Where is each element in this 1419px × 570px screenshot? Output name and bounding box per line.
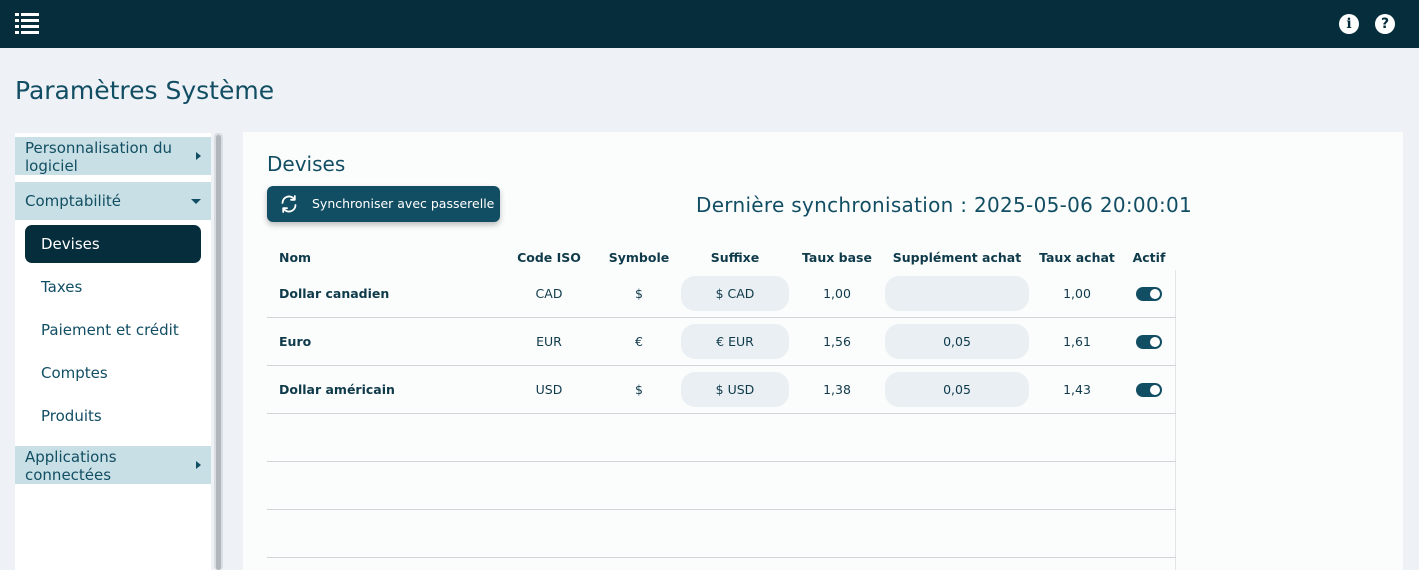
purchase-rate: 1,43 xyxy=(1063,382,1091,397)
column-header-supplement-achat: Supplément achat xyxy=(892,250,1022,265)
base-rate: 1,38 xyxy=(823,382,851,397)
sidebar-item-taxes[interactable]: Taxes xyxy=(25,268,201,306)
active-toggle[interactable] xyxy=(1136,383,1162,397)
table-row[interactable]: Dollar canadien CAD $ $ CAD 1,00 1,00 xyxy=(267,270,1176,318)
last-sync-status: Dernière synchronisation : 2025-05-06 20… xyxy=(696,193,1193,217)
empty-table-row xyxy=(267,414,1176,462)
currency-symbol: $ xyxy=(635,382,643,397)
help-icon[interactable]: ? xyxy=(1375,14,1395,34)
toggle-knob xyxy=(1150,289,1160,299)
sidebar-group-label: Comptabilité xyxy=(25,192,121,210)
info-icon[interactable]: i xyxy=(1339,14,1359,34)
column-header-suffixe: Suffixe xyxy=(710,250,760,265)
sidebar-item-paiement-credit[interactable]: Paiement et crédit xyxy=(25,311,201,349)
table-row[interactable]: Euro EUR € € EUR 1,56 0,05 1,61 xyxy=(267,318,1176,366)
column-header-taux-base: Taux base xyxy=(802,250,872,265)
scrollbar-thumb[interactable] xyxy=(216,135,221,570)
currency-code: CAD xyxy=(535,286,563,301)
column-header-actif: Actif xyxy=(1132,250,1166,265)
sidebar-item-devises[interactable]: Devises xyxy=(25,225,201,263)
sidebar-group-personnalisation[interactable]: Personnalisation du logiciel xyxy=(15,137,211,175)
page-title: Paramètres Système xyxy=(15,76,275,105)
sidebar: Personnalisation du logiciel Comptabilit… xyxy=(15,133,211,570)
table-row[interactable]: Dollar américain USD $ $ USD 1,38 0,05 1… xyxy=(267,366,1176,414)
column-header-code-iso: Code ISO xyxy=(517,250,581,265)
suffix-field[interactable]: $ USD xyxy=(681,372,789,407)
sidebar-item-comptes[interactable]: Comptes xyxy=(25,354,201,392)
currency-symbol: € xyxy=(635,334,643,349)
suffix-field[interactable]: $ CAD xyxy=(681,276,789,311)
base-rate: 1,00 xyxy=(823,286,851,301)
toggle-knob xyxy=(1150,385,1160,395)
chevron-down-icon xyxy=(191,199,201,204)
sidebar-item-produits[interactable]: Produits xyxy=(25,397,201,435)
currency-code: EUR xyxy=(536,334,562,349)
sidebar-scrollbar[interactable] xyxy=(214,133,223,570)
base-rate: 1,56 xyxy=(823,334,851,349)
currency-symbol: $ xyxy=(635,286,643,301)
currency-name: Dollar américain xyxy=(279,382,395,397)
purchase-rate: 1,61 xyxy=(1063,334,1091,349)
column-header-symbole: Symbole xyxy=(608,250,670,265)
sidebar-group-label: Personnalisation du logiciel xyxy=(25,139,172,175)
list-icon[interactable] xyxy=(15,12,39,34)
active-toggle[interactable] xyxy=(1136,287,1162,301)
panel-title: Devises xyxy=(267,152,346,176)
currency-name: Euro xyxy=(279,334,312,349)
top-bar: i ? xyxy=(0,0,1419,48)
sync-button-label: Synchroniser avec passerelle xyxy=(312,196,495,211)
suffix-field[interactable]: € EUR xyxy=(681,324,789,359)
column-header-nom: Nom xyxy=(279,250,312,265)
empty-table-row xyxy=(267,462,1176,510)
active-toggle[interactable] xyxy=(1136,335,1162,349)
currency-code: USD xyxy=(535,382,563,397)
empty-table-row xyxy=(267,510,1176,558)
sync-icon xyxy=(281,195,297,213)
currency-name: Dollar canadien xyxy=(279,286,390,301)
currencies-panel: Devises Synchroniser avec passerelle Der… xyxy=(243,132,1403,570)
chevron-right-icon xyxy=(196,461,201,469)
purchase-surcharge-field[interactable] xyxy=(885,276,1029,311)
purchase-surcharge-field[interactable]: 0,05 xyxy=(885,372,1029,407)
sidebar-group-applications[interactable]: Applications connectées xyxy=(15,446,211,484)
sync-gateway-button[interactable]: Synchroniser avec passerelle xyxy=(267,186,500,222)
purchase-surcharge-field[interactable]: 0,05 xyxy=(885,324,1029,359)
sidebar-group-comptabilite[interactable]: Comptabilité xyxy=(15,182,211,220)
toggle-knob xyxy=(1150,337,1160,347)
sidebar-group-label: Applications connectées xyxy=(25,448,117,484)
purchase-rate: 1,00 xyxy=(1063,286,1091,301)
chevron-right-icon xyxy=(196,152,201,160)
column-header-taux-achat: Taux achat xyxy=(1039,250,1115,265)
